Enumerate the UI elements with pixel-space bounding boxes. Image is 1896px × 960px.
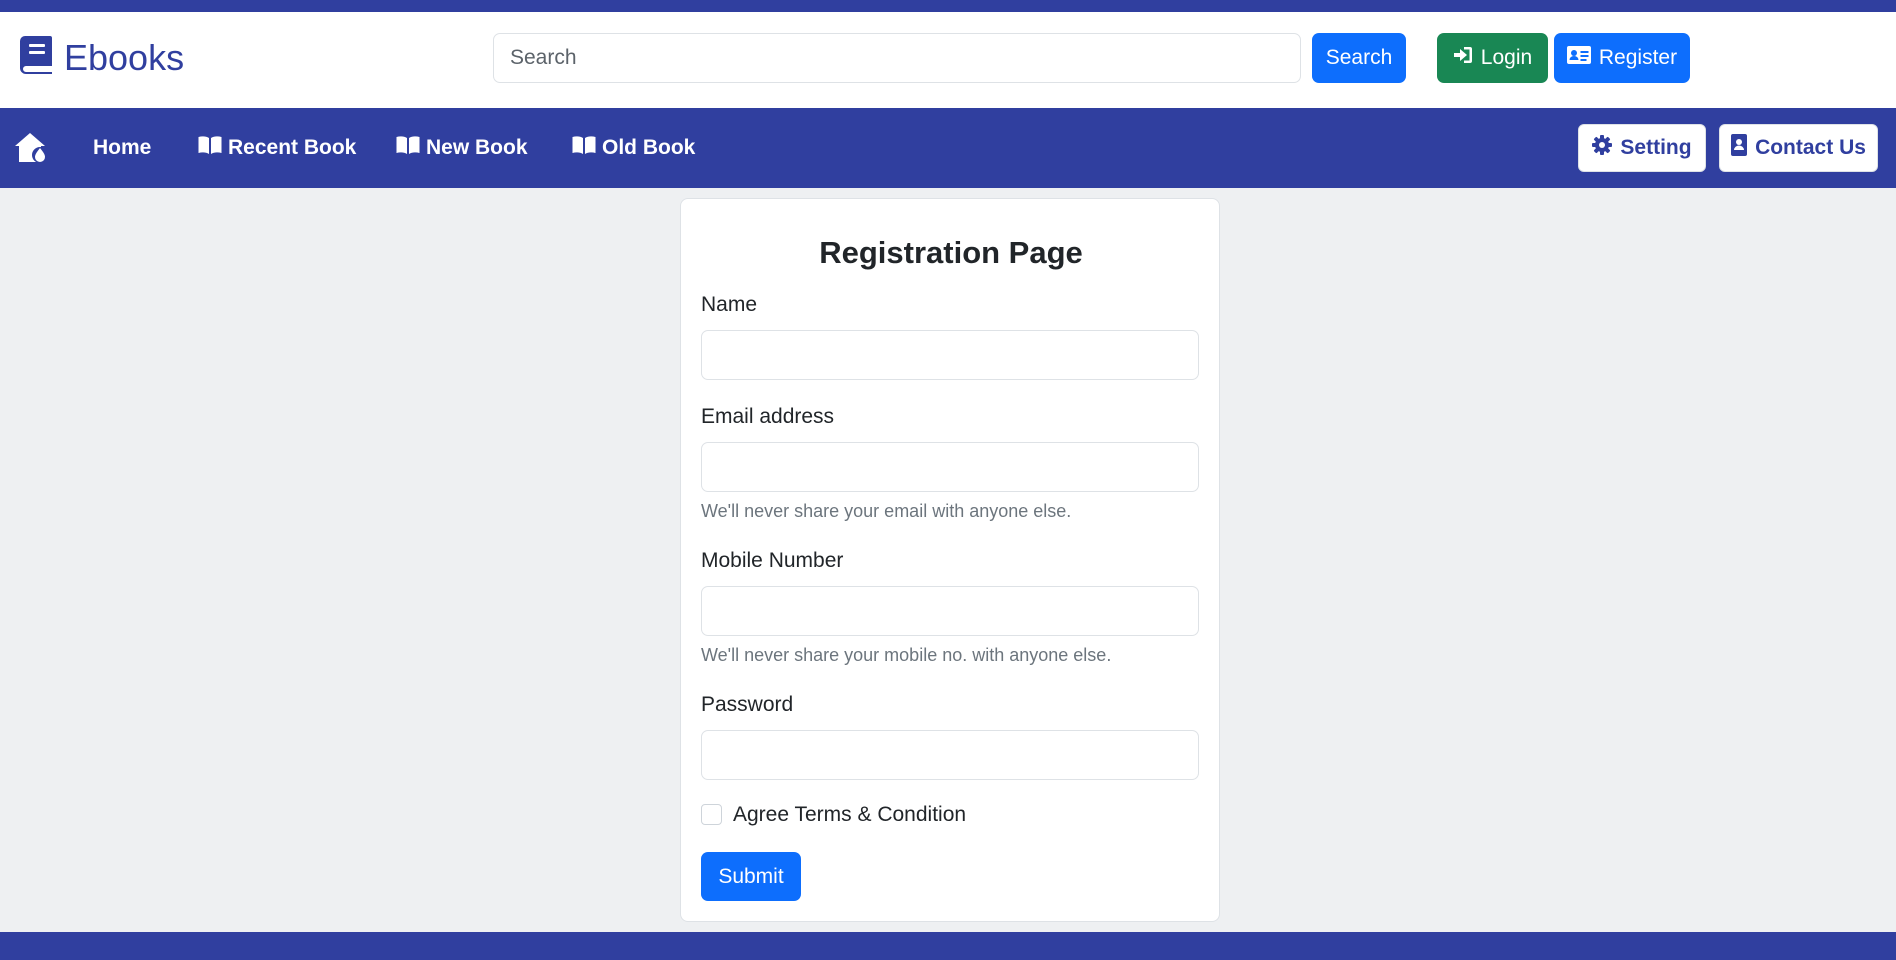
brand-name: Ebooks [64,36,185,78]
gear-icon [1592,135,1613,161]
login-button[interactable]: Login [1437,33,1548,83]
terms-label[interactable]: Agree Terms & Condition [733,803,966,827]
nav-link-home-label: Home [93,136,152,159]
page-title: Registration Page [819,235,1083,270]
setting-button[interactable]: Setting [1578,124,1706,172]
contact-card-icon [1731,134,1748,162]
id-card-icon [1566,46,1591,70]
home-icon[interactable] [14,132,50,169]
contact-us-button-label: Contact Us [1755,136,1866,159]
password-label: Password [701,693,794,716]
login-icon [1453,45,1473,71]
nav-link-old-book-label: Old Book [602,136,696,159]
name-field[interactable] [701,330,1199,380]
email-field[interactable] [701,442,1199,492]
open-book-icon [198,135,222,161]
submit-button-label: Submit [718,864,784,888]
terms-checkbox[interactable] [701,804,722,825]
top-accent-bar [0,0,1896,12]
nav-link-old-book[interactable]: Old Book [572,108,695,188]
login-button-label: Login [1480,46,1533,69]
email-label: Email address [701,405,835,428]
search-button-label: Search [1325,46,1393,69]
mobile-help-text: We'll never share your mobile no. with a… [701,645,1112,665]
nav-link-new-book[interactable]: New Book [396,108,528,188]
book-icon [20,36,52,79]
email-help-text: We'll never share your email with anyone… [701,501,1072,521]
mobile-label: Mobile Number [701,549,844,572]
register-button[interactable]: Register [1554,33,1690,83]
name-label: Name [701,293,758,316]
nav-link-home[interactable]: Home [93,108,151,188]
registration-card: Registration Page Name Email address We'… [680,198,1220,922]
mobile-field[interactable] [701,586,1199,636]
contact-us-button[interactable]: Contact Us [1719,124,1878,172]
submit-button[interactable]: Submit [701,852,801,901]
open-book-icon [396,135,420,161]
password-field[interactable] [701,730,1199,780]
nav-link-new-book-label: New Book [426,136,528,159]
brand-logo[interactable]: Ebooks [20,36,184,79]
site-footer [0,932,1896,960]
nav-link-recent-book[interactable]: Recent Book [198,108,356,188]
search-input[interactable] [493,33,1301,83]
site-header: Ebooks Search Login Register [0,12,1896,108]
open-book-icon [572,135,596,161]
search-button[interactable]: Search [1312,33,1406,83]
setting-button-label: Setting [1620,136,1692,159]
main-navbar: Home Recent Book New Book Old Book Setti… [0,108,1896,188]
nav-link-recent-book-label: Recent Book [228,136,357,159]
register-button-label: Register [1598,46,1678,69]
